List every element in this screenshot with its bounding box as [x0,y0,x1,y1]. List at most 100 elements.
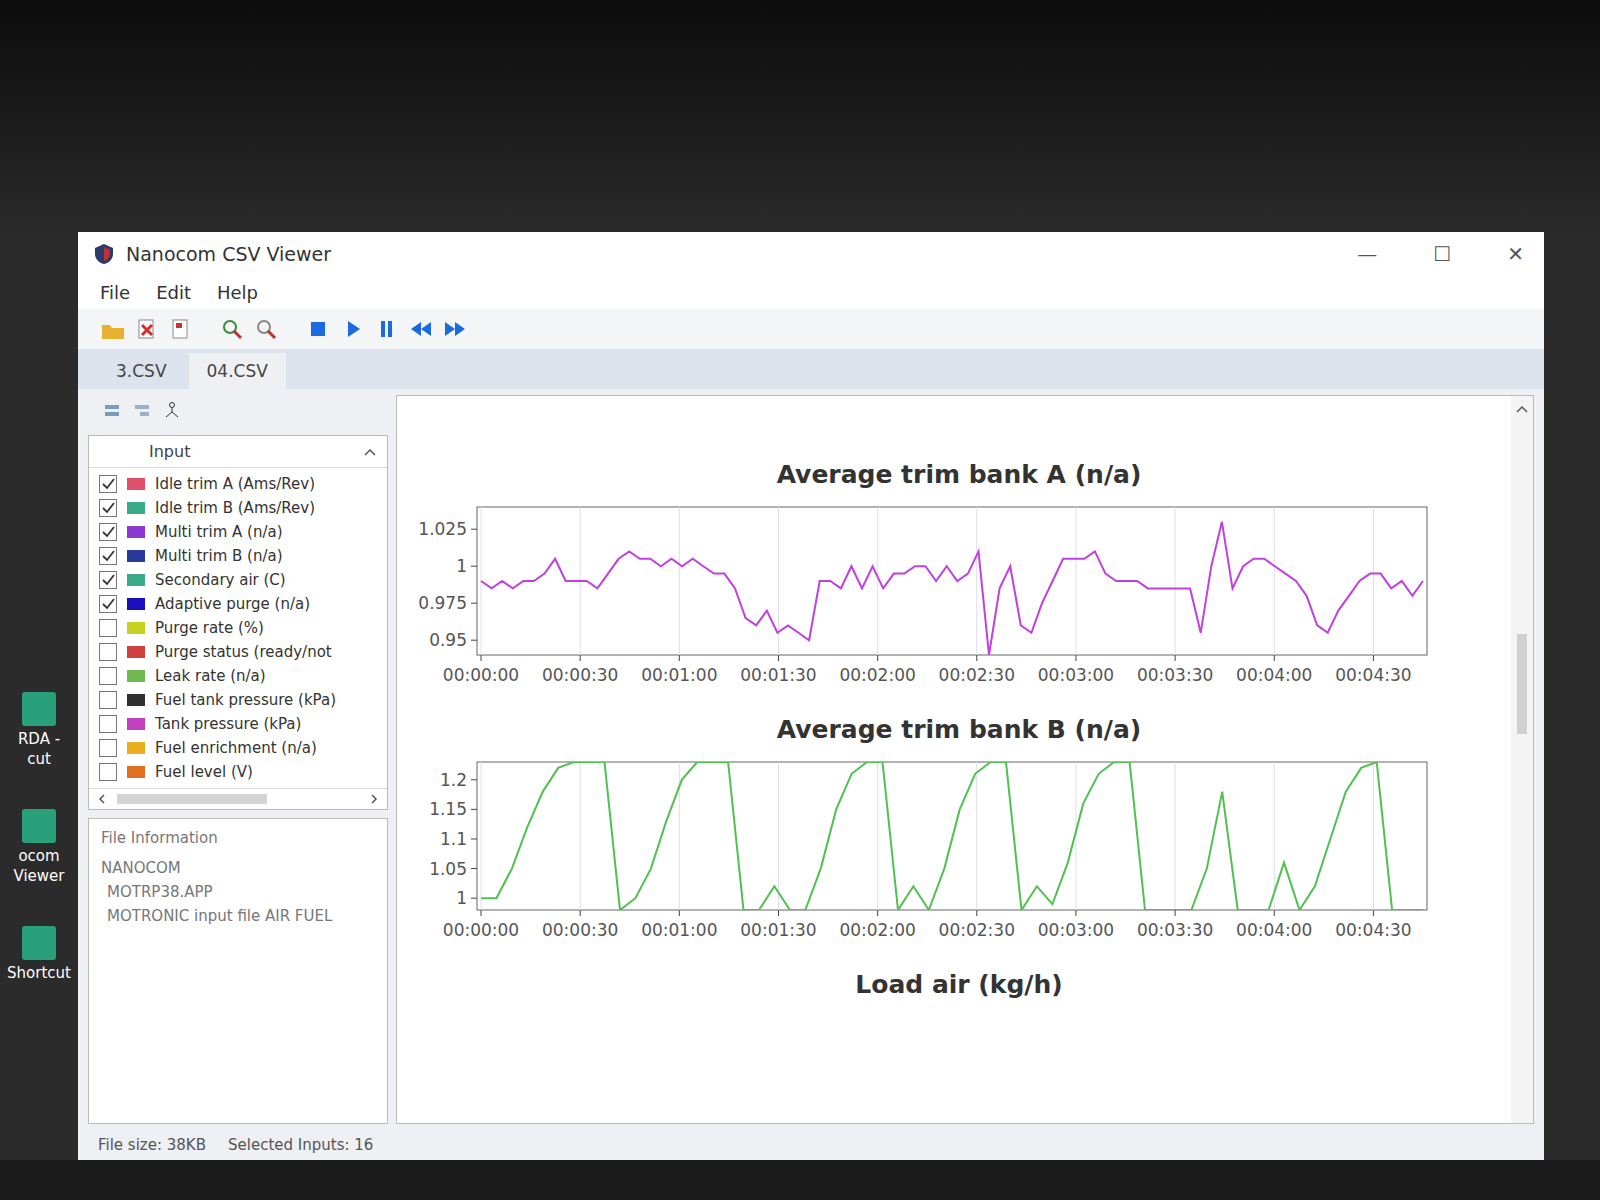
flag-icon[interactable] [168,317,194,341]
menu-item[interactable]: Edit [156,282,191,303]
input-row[interactable]: Fuel level (V) [95,760,381,784]
color-swatch [127,502,145,514]
checkbox[interactable] [99,619,117,637]
fast-forward-icon[interactable] [442,317,468,341]
svg-text:00:01:00: 00:01:00 [641,665,717,685]
input-row[interactable]: Adaptive purge (n/a) [95,592,381,616]
desktop-shortcut[interactable]: ocomViewer [14,809,65,886]
list-header: Input [89,436,387,468]
expand-icon[interactable] [102,401,124,421]
input-row[interactable]: Leak rate (n/a) [95,664,381,688]
input-row[interactable]: Tank pressure (kPa) [95,712,381,736]
shield-icon [92,242,116,266]
series-line [481,762,1423,910]
file-information: File InformationNANOCOMMOTRP38.APPMOTRON… [88,818,388,1124]
checkbox[interactable] [99,643,117,661]
svg-text:1.05: 1.05 [429,859,467,879]
input-row[interactable]: Multi trim B (n/a) [95,544,381,568]
svg-text:00:04:00: 00:04:00 [1236,665,1312,685]
open-folder-icon[interactable] [100,317,126,341]
chart-title: Load air (kg/h) [407,970,1511,1005]
color-swatch [127,550,145,562]
checkbox[interactable] [99,547,117,565]
chart-title: Average trim bank A (n/a) [407,460,1511,495]
svg-text:00:04:30: 00:04:30 [1335,665,1411,685]
rewind-icon[interactable] [408,317,434,341]
checkbox[interactable] [99,499,117,517]
monitor-bottom [0,1160,1600,1200]
checkbox[interactable] [99,595,117,613]
menu-item[interactable]: Help [217,282,258,303]
chart-area: Average trim bank A (n/a) 00:00:00 00:00:3… [396,395,1534,1124]
svg-text:00:03:00: 00:03:00 [1038,665,1114,685]
color-swatch [127,670,145,682]
color-swatch [127,742,145,754]
toolbar [78,309,1544,349]
scroll-up-icon[interactable] [1515,404,1529,414]
input-row[interactable]: Purge rate (%) [95,616,381,640]
input-row[interactable]: Idle trim A (Ams/Rev) [95,472,381,496]
input-row[interactable]: Multi trim A (n/a) [95,520,381,544]
checkbox[interactable] [99,667,117,685]
input-row[interactable]: Purge status (ready/not [95,640,381,664]
svg-text:0.975: 0.975 [418,593,467,613]
zoom-in-icon[interactable] [220,317,246,341]
checkbox[interactable] [99,739,117,757]
scroll-up-icon[interactable] [363,447,377,457]
svg-text:00:02:00: 00:02:00 [839,665,915,685]
menu-item[interactable]: File [100,282,130,303]
scroll-right-icon[interactable] [369,793,379,805]
pause-icon[interactable] [374,317,400,341]
collapse-icon[interactable] [132,401,154,421]
app-window: Nanocom CSV Viewer—☐✕FileEditHelp3.CSV04… [78,232,1544,1160]
tree-icon[interactable] [162,401,184,421]
svg-text:1: 1 [456,556,467,576]
checkbox[interactable] [99,571,117,589]
checkbox[interactable] [99,523,117,541]
color-swatch [127,694,145,706]
svg-text:1.2: 1.2 [440,770,467,790]
stop-icon[interactable] [306,317,332,341]
play-icon[interactable] [340,317,366,341]
window-control[interactable]: — [1351,242,1383,266]
svg-text:00:02:30: 00:02:30 [939,665,1015,685]
vertical-scrollbar[interactable] [1511,396,1533,1123]
chart: Average trim bank A (n/a) 00:00:00 00:00:3… [407,460,1511,695]
input-row[interactable]: Fuel tank pressure (kPa) [95,688,381,712]
file-tab[interactable]: 3.CSV [98,353,185,389]
menu-bar: File Edit Help [78,276,1544,309]
svg-text:00:03:00: 00:03:00 [1038,920,1114,940]
input-row[interactable]: Idle trim B (Ams/Rev) [95,496,381,520]
svg-text:00:04:00: 00:04:00 [1236,920,1312,940]
svg-text:00:01:30: 00:01:30 [740,920,816,940]
color-swatch [127,526,145,538]
zoom-out-icon[interactable] [254,317,280,341]
horizontal-scrollbar[interactable] [89,788,387,809]
window-control[interactable]: ✕ [1501,242,1530,266]
desktop-shortcut[interactable]: Shortcut [7,926,71,984]
checkbox[interactable] [99,763,117,781]
desktop-shortcut[interactable]: RDA -cut [18,692,60,769]
checkbox[interactable] [99,715,117,733]
svg-text:1.1: 1.1 [440,829,467,849]
svg-text:0.95: 0.95 [429,630,467,650]
svg-text:00:00:00: 00:00:00 [443,665,519,685]
svg-text:00:00:30: 00:00:30 [542,920,618,940]
window-control[interactable]: ☐ [1427,242,1457,266]
scroll-left-icon[interactable] [97,793,107,805]
tick-icon [101,501,115,515]
svg-text:00:03:30: 00:03:30 [1137,920,1213,940]
shortcut-icon [22,692,56,726]
tick-icon [101,549,115,563]
checkbox[interactable] [99,691,117,709]
input-row[interactable]: Secondary air (C) [95,568,381,592]
input-row[interactable]: Fuel enrichment (n/a) [95,736,381,760]
monitor-top [0,0,1600,232]
close-file-icon[interactable] [134,317,160,341]
svg-text:1.15: 1.15 [429,799,467,819]
checkbox[interactable] [99,475,117,493]
color-swatch [127,646,145,658]
file-tab[interactable]: 04.CSV [189,353,286,389]
svg-text:00:00:30: 00:00:30 [542,665,618,685]
status-bar: File size: 38KBSelected Inputs: 16 [78,1130,1544,1160]
